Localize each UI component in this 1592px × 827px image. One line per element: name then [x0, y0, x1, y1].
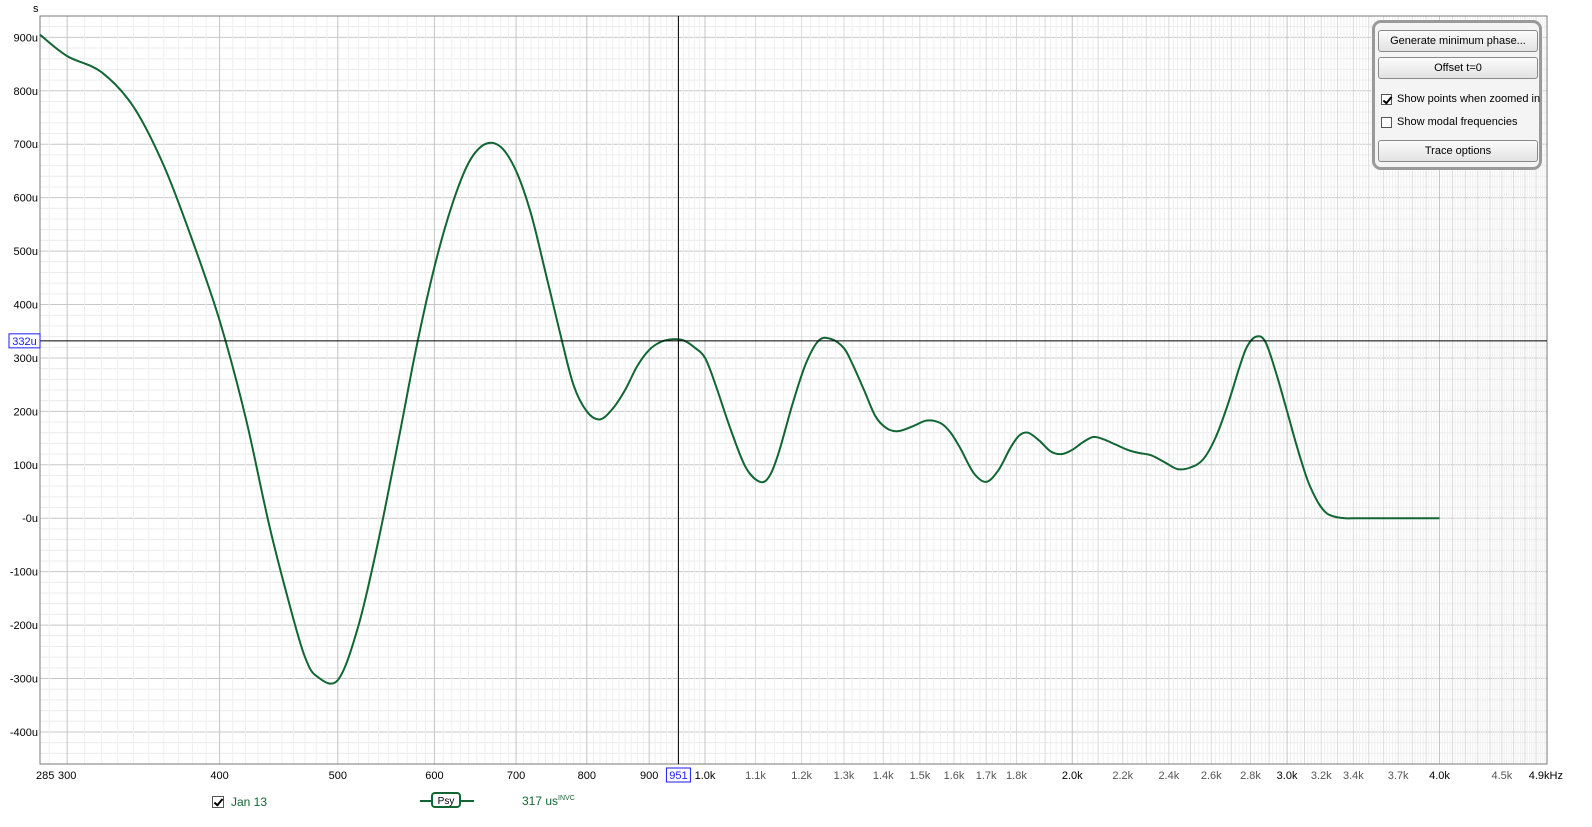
x-tick-label: 1.2k — [791, 770, 812, 782]
trace-options-panel: Generate minimum phase... Offset t=0 Sho… — [1372, 20, 1542, 170]
show-points-checkbox-row[interactable]: Show points when zoomed in — [1381, 91, 1540, 107]
y-tick-label: 200u — [14, 406, 38, 418]
chart-area[interactable]: 900u 800u 700u 600u 500u 400u 300u 200u 100u -0u -… — [0, 0, 1592, 827]
y-tick-label: 100u — [14, 460, 38, 472]
x-tick-label: 4.5k — [1491, 770, 1512, 782]
x-tick-label: 700 — [507, 770, 525, 782]
x-tick-label: 1.4k — [873, 770, 894, 782]
x-tick-label: 1.5k — [909, 770, 930, 782]
grid — [40, 16, 1548, 764]
y-tick-label: 300u — [14, 353, 38, 365]
x-tick-label: 2.6k — [1201, 770, 1222, 782]
x-tick-label: 3.0k — [1277, 770, 1298, 782]
cursor-y-value: 332u — [12, 336, 36, 348]
x-tick-label: 1.6k — [944, 770, 965, 782]
x-tick-label: 900 — [640, 770, 658, 782]
cursor-x-value: 951 — [669, 770, 687, 782]
x-tick-label: 2.2k — [1112, 770, 1133, 782]
x-tick-label: 2.4k — [1158, 770, 1179, 782]
y-tick-label: 900u — [14, 32, 38, 44]
x-axis-labels: 285 300 400 500 600 700 800 900 1.0k 1.1k 1.2k 1.3k… — [36, 770, 1563, 782]
y-tick-label: 800u — [14, 86, 38, 98]
show-modal-label: Show modal frequencies — [1397, 116, 1518, 128]
series-name: Jan 13 — [231, 795, 268, 809]
x-tick-label: 400 — [210, 770, 228, 782]
psy-smoothing-button[interactable]: Psy — [420, 792, 474, 810]
x-tick-label: 4.9kHz — [1529, 770, 1563, 782]
y-unit-label: s — [33, 3, 39, 15]
trace-options-button[interactable]: Trace options — [1378, 140, 1538, 162]
show-modal-checkbox[interactable] — [1381, 116, 1392, 128]
x-tick-label: 800 — [578, 770, 596, 782]
y-tick-label: 400u — [14, 300, 38, 312]
show-points-checkbox[interactable] — [1381, 93, 1392, 105]
y-tick-label: 700u — [14, 139, 38, 151]
x-tick-label: 1.1k — [745, 770, 766, 782]
series-line — [39, 33, 1440, 685]
show-modal-checkbox-row[interactable]: Show modal frequencies — [1381, 114, 1517, 130]
y-tick-label: -300u — [10, 674, 38, 686]
x-tick-label: 2.8k — [1240, 770, 1261, 782]
x-tick-label: 3.2k — [1311, 770, 1332, 782]
series-layer — [39, 33, 1440, 685]
offset-t0-button[interactable]: Offset t=0 — [1378, 57, 1538, 79]
y-tick-label: -0u — [22, 513, 38, 525]
y-tick-label: -400u — [10, 727, 38, 739]
y-tick-label: -200u — [10, 620, 38, 632]
psy-label: Psy — [431, 792, 461, 808]
x-tick-label: 600 — [425, 770, 443, 782]
x-tick-label: 1.3k — [834, 770, 855, 782]
x-tick-label: 1.0k — [695, 770, 716, 782]
x-tick-label: 500 — [329, 770, 347, 782]
line-swatch-right — [459, 800, 474, 802]
y-tick-label: -100u — [10, 567, 38, 579]
x-tick-label: 4.0k — [1429, 770, 1450, 782]
legend-series-item[interactable]: Jan 13 — [212, 793, 267, 811]
x-tick-label: 1.8k — [1006, 770, 1027, 782]
x-tick-label: 3.7k — [1388, 770, 1409, 782]
delay-superscript: INVC — [558, 795, 575, 802]
y-tick-label: 500u — [14, 246, 38, 258]
y-axis-labels: 900u 800u 700u 600u 500u 400u 300u 200u 100u -0u -… — [10, 32, 38, 739]
delay-readout: 317 usINVC — [522, 794, 575, 808]
x-tick-label: 285 — [36, 770, 54, 782]
generate-minimum-phase-button[interactable]: Generate minimum phase... — [1378, 30, 1538, 52]
x-tick-label: 1.7k — [976, 770, 997, 782]
series-visible-checkbox[interactable] — [212, 796, 224, 808]
cursor: 951 332u — [8, 16, 1547, 783]
show-points-label: Show points when zoomed in — [1397, 93, 1541, 105]
delay-value: 317 us — [522, 794, 559, 808]
x-tick-label: 2.0k — [1062, 770, 1083, 782]
x-tick-label: 3.4k — [1343, 770, 1364, 782]
x-tick-label: 300 — [58, 770, 76, 782]
y-tick-label: 600u — [14, 193, 38, 205]
